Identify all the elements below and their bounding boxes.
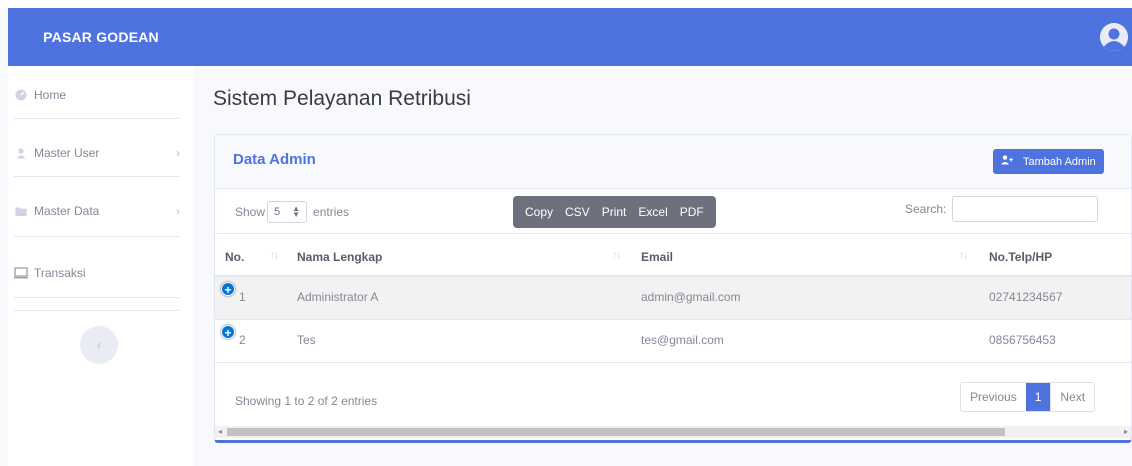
cell-nama: Administrator A [297, 290, 379, 304]
data-card: Data Admin Tambah Admin Show 5 ▲ ▼ entrie… [214, 134, 1132, 443]
cell-email: admin@gmail.com [641, 290, 741, 304]
chevron-left-icon: ‹ [97, 338, 101, 352]
scroll-left-icon[interactable]: ◂ [218, 426, 222, 438]
cell-nama: Tes [297, 333, 316, 347]
chevron-right-icon: › [176, 204, 180, 218]
cell-no: 1 [239, 290, 246, 304]
dashboard-icon [14, 88, 28, 102]
sort-icon: ↑↓ [959, 250, 968, 261]
cell-no: 2 [239, 333, 246, 347]
expand-row-icon[interactable]: + [221, 325, 235, 340]
column-header-telp[interactable]: No.Telp/HP [989, 237, 1052, 277]
user-icon [14, 146, 28, 160]
entries-label: entries [313, 205, 350, 219]
updown-arrow-icon: ▲ ▼ [292, 204, 301, 219]
cell-telp: 02741234567 [989, 290, 1063, 304]
sidebar-item-master-data[interactable]: Master Data › [8, 186, 194, 236]
search-input[interactable] [952, 196, 1099, 222]
topbar [194, 8, 1132, 66]
sort-icon: ↑↓ [612, 250, 621, 261]
table-row[interactable]: + 1 Administrator A admin@gmail.com 0274… [215, 277, 1131, 319]
user-avatar-icon[interactable] [1100, 23, 1128, 51]
cell-email: tes@gmail.com [641, 333, 724, 347]
export-button-group: Copy CSV Print Excel PDF [513, 196, 716, 228]
divider [14, 236, 180, 237]
page-length-select[interactable]: 5 ▲ ▼ [267, 201, 308, 223]
print-button[interactable]: Print [596, 205, 633, 219]
table-info: Showing 1 to 2 of 2 entries [235, 394, 378, 408]
divider [14, 176, 180, 177]
folder-icon [14, 204, 28, 218]
page-length-control: Show 5 ▲ ▼ entries [235, 201, 349, 223]
sidebar: PASAR GODEAN Home Master User › Master D… [8, 8, 194, 466]
scroll-right-icon[interactable]: ▸ [1124, 426, 1128, 438]
next-page-button[interactable]: Next [1050, 383, 1095, 411]
sidebar-toggle-button[interactable]: ‹ [80, 326, 118, 364]
search-control: Search: [905, 196, 1099, 222]
expand-row-icon[interactable]: + [221, 282, 235, 297]
sidebar-item-home[interactable]: Home [8, 70, 194, 120]
scrollbar-thumb[interactable] [227, 428, 1005, 436]
add-admin-button[interactable]: Tambah Admin [993, 149, 1104, 174]
divider [215, 362, 1131, 363]
card-title: Data Admin [233, 151, 316, 168]
sidebar-item-label: Home [34, 88, 67, 102]
divider [14, 310, 180, 311]
divider [14, 297, 180, 298]
sort-icon: ↑↓ [270, 250, 279, 261]
previous-page-button[interactable]: Previous [961, 383, 1026, 411]
top-strip [0, 0, 1132, 8]
table-row[interactable]: + 2 Tes tes@gmail.com 0856756453 [215, 320, 1131, 362]
sidebar-item-label: Master User [34, 146, 100, 160]
cell-telp: 0856756453 [989, 333, 1056, 347]
search-label: Search: [905, 202, 947, 216]
horizontal-scrollbar[interactable]: ◂ ▸ [215, 426, 1131, 438]
column-header-nama[interactable]: Nama Lengkap [297, 237, 382, 277]
csv-button[interactable]: CSV [559, 205, 596, 219]
sidebar-item-master-user[interactable]: Master User › [8, 128, 194, 178]
divider [14, 118, 180, 119]
column-header-no[interactable]: No. [225, 237, 244, 277]
card-header: Data Admin Tambah Admin [215, 135, 1131, 189]
add-admin-label: Tambah Admin [1023, 155, 1096, 168]
page-title: Sistem Pelayanan Retribusi [213, 87, 471, 110]
excel-button[interactable]: Excel [632, 205, 673, 219]
divider [215, 233, 1131, 234]
pagination: Previous 1 Next [960, 382, 1096, 412]
copy-button[interactable]: Copy [519, 205, 559, 219]
chevron-right-icon: › [176, 146, 180, 160]
pdf-button[interactable]: PDF [674, 205, 710, 219]
show-label: Show [235, 205, 266, 219]
monitor-icon [14, 266, 28, 280]
page-1-button[interactable]: 1 [1025, 383, 1051, 411]
page-length-value: 5 [274, 206, 281, 218]
brand-logo[interactable]: PASAR GODEAN [8, 8, 194, 66]
sidebar-item-label: Master Data [34, 204, 100, 218]
sidebar-item-transaksi[interactable]: Transaksi [8, 248, 194, 298]
user-plus-icon [1001, 155, 1014, 168]
sidebar-item-label: Transaksi [34, 266, 86, 280]
column-header-email[interactable]: Email [641, 237, 673, 277]
